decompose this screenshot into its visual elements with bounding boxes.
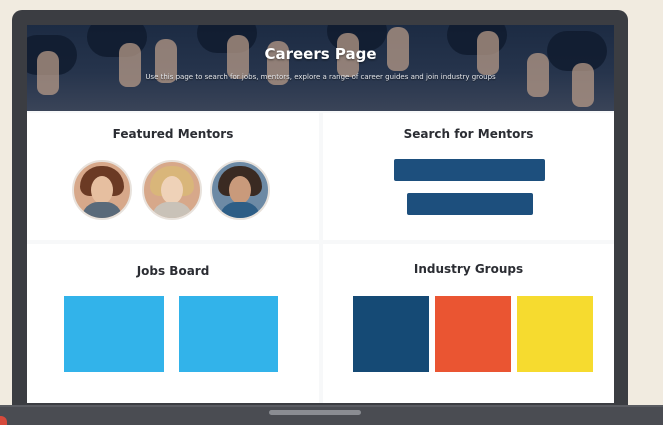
industry-group-tile[interactable] <box>353 296 429 372</box>
mentor-search-input[interactable] <box>394 159 545 181</box>
page-title: Careers Page <box>264 45 377 63</box>
featured-mentors-title: Featured Mentors <box>112 127 234 141</box>
jobs-board-panel: Jobs Board <box>27 244 319 403</box>
industry-groups-title: Industry Groups <box>413 262 524 276</box>
jobs-board-title: Jobs Board <box>136 264 210 278</box>
job-tile[interactable] <box>179 296 278 372</box>
industry-group-tile[interactable] <box>517 296 593 372</box>
page-subtitle: Use this page to search for jobs, mentor… <box>145 73 496 81</box>
industry-groups-panel: Industry Groups <box>323 244 614 403</box>
stage: Careers Page Use this page to search for… <box>0 0 663 425</box>
avatar-body <box>82 202 122 218</box>
featured-mentors-panel: Featured Mentors <box>27 113 319 240</box>
mentor-avatar[interactable] <box>142 160 202 220</box>
mentor-search-button[interactable] <box>407 193 533 215</box>
mentor-avatar[interactable] <box>72 160 132 220</box>
search-mentors-title: Search for Mentors <box>403 127 534 141</box>
industry-group-tile[interactable] <box>435 296 511 372</box>
mentor-avatar[interactable] <box>210 160 270 220</box>
laptop-base <box>0 405 663 425</box>
avatar-body <box>220 202 260 218</box>
avatar-face <box>229 176 251 204</box>
job-tile[interactable] <box>64 296 164 372</box>
avatar-body <box>152 202 192 218</box>
avatar-face <box>91 176 113 204</box>
avatar-face <box>161 176 183 204</box>
hero-photo-hand <box>572 63 594 107</box>
hero-banner: Careers Page Use this page to search for… <box>27 25 614 111</box>
laptop-screen: Careers Page Use this page to search for… <box>27 25 614 403</box>
search-mentors-panel: Search for Mentors <box>323 113 614 240</box>
laptop-notch <box>269 410 361 415</box>
